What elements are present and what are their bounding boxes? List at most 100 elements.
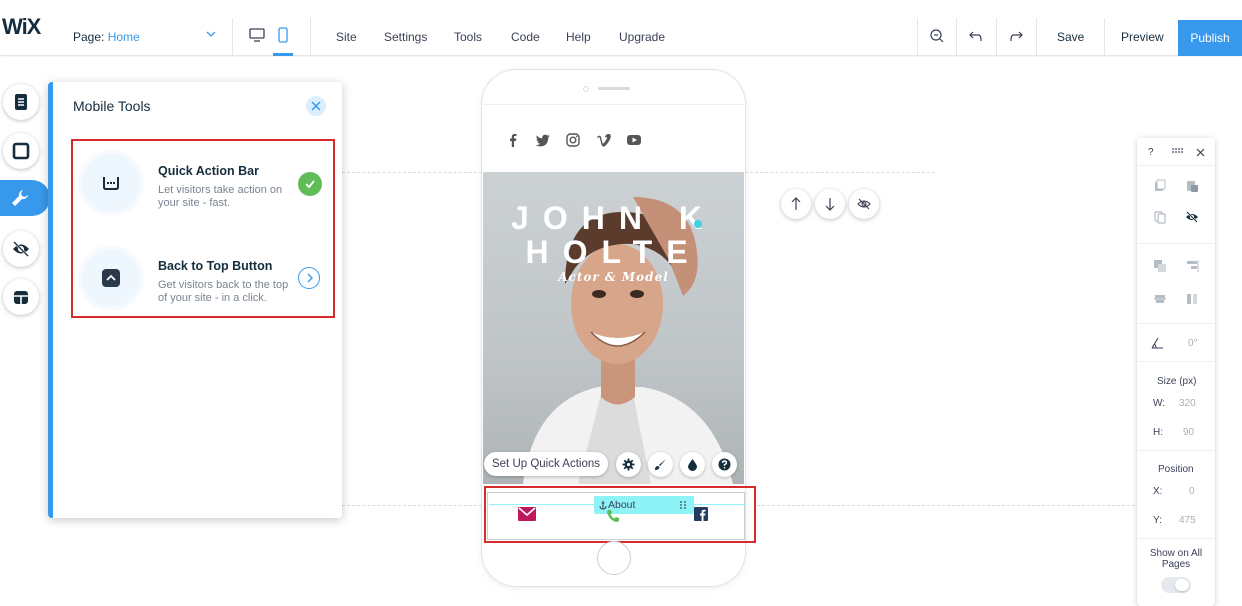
quick-action-bar-title: Quick Action Bar (158, 164, 259, 178)
quick-action-bar-desc: Let visitors take action on your site - … (158, 184, 283, 209)
qa-help-button[interactable] (712, 452, 737, 477)
back-to-top-icon (102, 269, 120, 287)
facebook-icon[interactable] (505, 132, 521, 148)
qa-design-button[interactable] (648, 452, 673, 477)
rail-pages-button[interactable] (3, 84, 39, 120)
hide-element-button[interactable] (849, 189, 879, 219)
back-to-top-tool[interactable] (78, 245, 144, 311)
rail-layout-button[interactable] (3, 279, 39, 315)
gear-icon (622, 458, 635, 471)
width-value[interactable]: 320 (1179, 398, 1196, 409)
menu-help[interactable]: Help (566, 30, 591, 44)
desktop-icon[interactable] (248, 26, 266, 44)
width-label: W: (1153, 398, 1166, 409)
back-to-top-desc: Get visitors back to the top of your sit… (158, 279, 289, 304)
y-value[interactable]: 475 (1179, 515, 1196, 526)
divider (1137, 361, 1215, 362)
email-icon[interactable] (518, 507, 536, 521)
save-button[interactable]: Save (1057, 30, 1084, 44)
checkmark-icon (305, 180, 315, 189)
accent-dot (694, 220, 702, 228)
divider (1137, 538, 1215, 539)
set-up-quick-actions-button[interactable]: Set Up Quick Actions (484, 452, 608, 476)
paste-icon[interactable] (1185, 179, 1199, 193)
rotation-value[interactable]: 0° (1188, 338, 1198, 349)
wrench-icon (12, 190, 28, 206)
menu-code[interactable]: Code (511, 30, 540, 44)
page-selector-label: Page: (73, 30, 105, 44)
header-strip[interactable] (483, 104, 744, 172)
menu-upgrade[interactable]: Upgrade (619, 30, 665, 44)
back-to-top-open-button[interactable] (298, 267, 320, 289)
guide-line (757, 505, 1135, 506)
page-selector[interactable]: Page: Home (73, 30, 140, 44)
phone-speaker (598, 87, 630, 90)
x-label: X: (1153, 486, 1163, 497)
rail-mobile-tools-button[interactable] (0, 180, 50, 216)
divider (1137, 450, 1215, 451)
menu-settings[interactable]: Settings (384, 30, 427, 44)
divider (1137, 323, 1215, 324)
qa-color-button[interactable] (680, 452, 705, 477)
divider (310, 18, 311, 56)
inspector-panel (1137, 138, 1215, 606)
panel-close-button[interactable] (306, 96, 326, 116)
align-icon[interactable] (1185, 259, 1199, 273)
pages-icon (15, 94, 27, 110)
menu-tools[interactable]: Tools (454, 30, 482, 44)
position-label: Position (1158, 464, 1194, 475)
guide-line (342, 172, 482, 173)
mobile-icon[interactable] (274, 26, 292, 44)
height-label: H: (1153, 427, 1163, 438)
close-icon[interactable] (1196, 148, 1205, 157)
qa-settings-button[interactable] (616, 452, 641, 477)
redo-icon[interactable] (1008, 28, 1024, 44)
divider (1036, 18, 1037, 56)
youtube-icon[interactable] (626, 132, 642, 148)
divider (232, 18, 233, 56)
rail-background-button[interactable] (3, 133, 39, 169)
zoom-icon[interactable] (929, 28, 945, 44)
undo-icon[interactable] (968, 28, 984, 44)
divider (917, 18, 918, 56)
quick-action-bar-tool[interactable] (78, 150, 144, 216)
background-icon (12, 142, 30, 160)
brush-icon (655, 459, 666, 470)
match-size-icon[interactable] (1185, 292, 1199, 306)
vimeo-icon[interactable] (596, 132, 612, 148)
divider (1137, 165, 1215, 166)
hero-image-section[interactable]: JOHN K HOLTE Actor & Model (483, 172, 744, 484)
twitter-icon[interactable] (535, 132, 551, 148)
divider (1104, 18, 1105, 56)
facebook-icon[interactable] (694, 507, 708, 521)
drag-handle-icon[interactable] (679, 500, 687, 510)
phone-call-icon[interactable] (606, 509, 620, 523)
inspector-help[interactable]: ? (1148, 147, 1154, 158)
move-down-button[interactable] (815, 189, 845, 219)
duplicate-icon[interactable] (1153, 210, 1167, 224)
phone-home-button (597, 541, 631, 575)
rail-hidden-elements-button[interactable] (3, 231, 39, 267)
rotate-angle-icon[interactable] (1150, 336, 1164, 350)
publish-button[interactable]: Publish (1178, 20, 1242, 56)
size-label: Size (px) (1157, 376, 1197, 387)
arrange-icon[interactable] (1153, 259, 1167, 273)
show-on-all-pages-label: Show on All Pages (1149, 548, 1203, 570)
wix-logo[interactable]: WiX (2, 14, 41, 40)
copy-icon[interactable] (1153, 179, 1167, 193)
hidden-eye-icon[interactable] (1185, 210, 1199, 224)
preview-button[interactable]: Preview (1121, 30, 1164, 44)
arrow-up-icon (791, 197, 801, 210)
instagram-icon[interactable] (565, 132, 581, 148)
guide-line (745, 172, 935, 173)
distribute-icon[interactable] (1153, 292, 1167, 306)
divider (996, 18, 997, 56)
x-value[interactable]: 0 (1189, 486, 1195, 497)
hero-name-line2: HOLTE (525, 234, 702, 270)
chevron-down-icon[interactable] (205, 28, 217, 40)
move-up-button[interactable] (781, 189, 811, 219)
chevron-right-icon (307, 273, 313, 283)
height-value[interactable]: 90 (1183, 427, 1194, 438)
menu-site[interactable]: Site (336, 30, 357, 44)
drag-handle-icon[interactable] (1171, 146, 1183, 156)
